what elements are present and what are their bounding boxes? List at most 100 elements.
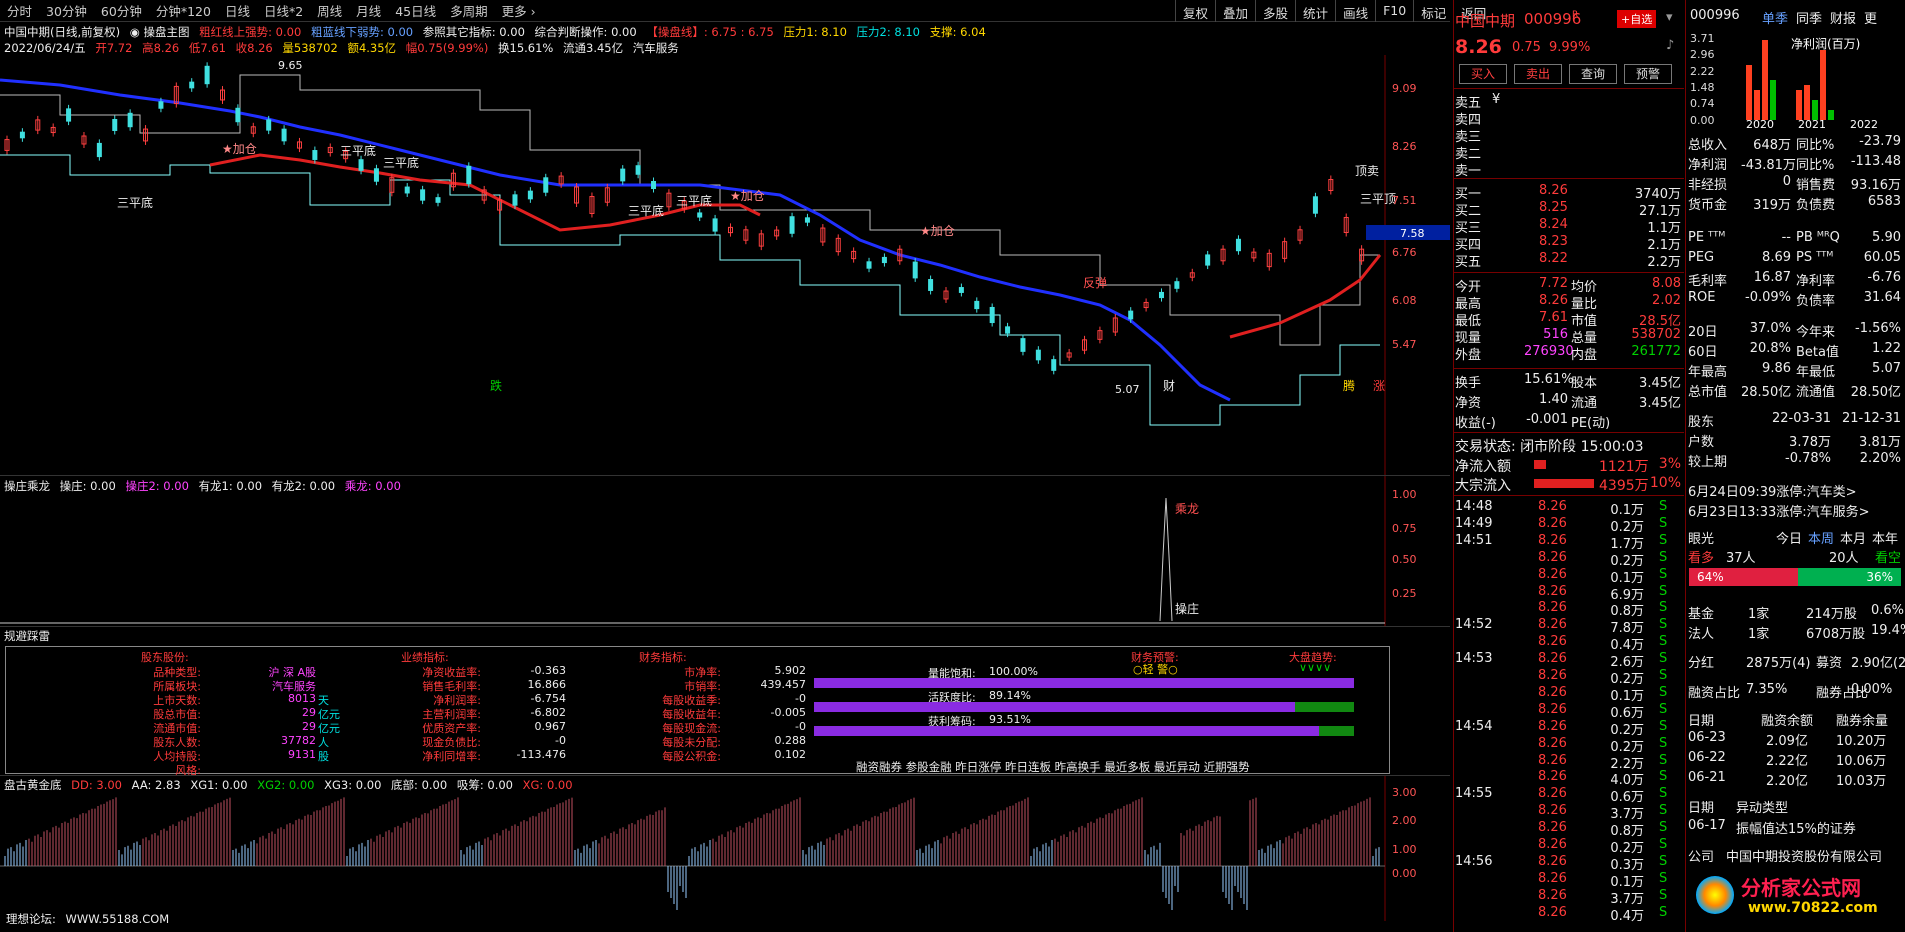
- signal-fantan: 反弹: [1083, 276, 1107, 290]
- main-price-chart[interactable]: 5.07 9.65 三平底 三平底 三平底 三平底 三平底 三平顶 ★加仓 ★加…: [0, 55, 1450, 475]
- flow-row: 净流入额 1121万 3%: [1454, 456, 1683, 475]
- tool-button-3[interactable]: 统计: [1295, 0, 1335, 22]
- f10-row: 20日 37.0% 今年来 -1.56%: [1686, 321, 1905, 340]
- f10-label: 年最高: [1688, 365, 1728, 380]
- sentiment-tab-1[interactable]: 本周: [1808, 528, 1834, 547]
- f10-tab-0[interactable]: 单季: [1762, 8, 1788, 27]
- period-tab-0[interactable]: 分时: [0, 1, 39, 20]
- period-tab-1[interactable]: 30分钟: [39, 1, 94, 20]
- tick-price: 8.26: [1538, 617, 1567, 633]
- meter-value: 100.00%: [989, 665, 1038, 678]
- period-tab-8[interactable]: 45日线: [388, 1, 443, 20]
- stat2-row: 净资 1.40 流通 3.45亿: [1454, 392, 1683, 411]
- tick-price: 8.26: [1538, 651, 1567, 667]
- info-turn: 换15.61%: [498, 41, 554, 55]
- period-tab-5[interactable]: 日线*2: [257, 1, 310, 20]
- signal-sanpingding: 三平顶: [1360, 192, 1396, 206]
- tool-button-4[interactable]: 画线: [1335, 0, 1375, 22]
- panel2-label-chenglong: 乘龙: [1175, 502, 1199, 516]
- legend-0: 粗红线上强势: 0.00: [199, 25, 302, 39]
- sentiment-tab-2[interactable]: 本月: [1840, 528, 1866, 547]
- col3-value: 5.902: [774, 664, 807, 677]
- f10-bar: [1754, 90, 1760, 120]
- tick-price: 8.26: [1538, 583, 1567, 599]
- col3-label: 每股公积金:: [662, 750, 721, 763]
- period-tab-4[interactable]: 日线: [218, 1, 257, 20]
- f10-value-2: 5.90: [1872, 230, 1901, 245]
- f10-axis-tick: 2.96: [1690, 48, 1715, 61]
- margin-cell: 融资占比: [1688, 686, 1741, 701]
- max-price-label: 9.65: [278, 59, 303, 72]
- quote-panel: 中国中期 000996 R +自选 ▾ 8.26 0.75 9.99% ♪ 买入…: [1453, 0, 1684, 932]
- fund-row: 基金 1家 214万股 0.6%: [1686, 603, 1905, 622]
- abnormal-head: 日期 异动类型: [1686, 797, 1905, 816]
- f10-label-2: 同比%: [1796, 138, 1835, 153]
- tool-button-5[interactable]: F10: [1375, 0, 1413, 22]
- news-item[interactable]: 6月24日09:39涨停:汽车类>: [1688, 481, 1905, 500]
- tick-time: 14:48: [1455, 499, 1493, 514]
- trade-button-1[interactable]: 卖出: [1514, 64, 1562, 84]
- stat-row: 外盘 276930 内盘 261772: [1454, 344, 1683, 363]
- trade-button-2[interactable]: 查询: [1569, 64, 1617, 84]
- margin-head-cell: 融资余额: [1761, 714, 1814, 729]
- margin-cell: 0.00%: [1851, 682, 1893, 697]
- trade-button-0[interactable]: 买入: [1459, 64, 1507, 84]
- panel2-label-caozhuang: 操庄: [1175, 601, 1199, 616]
- tick-time: 14:51: [1455, 532, 1493, 548]
- stock-links[interactable]: 融资融券 参股金融 昨日涨停 昨日连板 昨高换手 最近多板 最近异动 近期强势: [856, 759, 1250, 775]
- tick-side: S: [1659, 566, 1668, 582]
- period-tab-3[interactable]: 分钟*120: [149, 1, 218, 20]
- meter-fill: [814, 702, 1296, 712]
- bar-info: 2022/06/24/五 开7.72 高8.26 低7.61 收8.26 量53…: [4, 40, 685, 56]
- min-price-label: 5.07: [1115, 383, 1140, 396]
- stat-label-2: 内盘: [1571, 348, 1598, 363]
- tool-button-6[interactable]: 标记: [1413, 0, 1453, 22]
- panel4-axis-tick: 0.00: [1392, 867, 1417, 880]
- quote-sep-4: [1454, 368, 1684, 369]
- stat-value: 8.26: [1539, 293, 1568, 308]
- col2-value: -6.754: [530, 692, 566, 705]
- col2-title: 业绩指标:: [401, 651, 449, 664]
- div-cell: 分红: [1688, 656, 1715, 671]
- f10-bar: [1796, 90, 1802, 120]
- tick-row: 14:52 8.26 7.8万 S: [1454, 617, 1683, 636]
- f10-tab-2[interactable]: 财报: [1830, 8, 1856, 27]
- sentiment-counts: 看多 37人 20人 看空: [1686, 547, 1905, 566]
- info-open: 开7.72: [95, 41, 133, 55]
- sentiment-tab-3[interactable]: 本年: [1872, 528, 1898, 547]
- panel2-axis-tick: 1.00: [1392, 488, 1417, 501]
- tool-button-1[interactable]: 叠加: [1215, 0, 1255, 22]
- period-tab-10[interactable]: 更多 ›: [495, 1, 543, 20]
- menu-icon[interactable]: ▾: [1666, 10, 1673, 25]
- panel4-chart[interactable]: 3.00 2.00 1.00 0.00: [0, 776, 1450, 921]
- f10-value: 28.50亿: [1741, 385, 1792, 400]
- period-tab-9[interactable]: 多周期: [443, 1, 495, 20]
- tick-row: 14:48 8.26 0.1万 S: [1454, 499, 1683, 518]
- add-watchlist-button[interactable]: +自选: [1617, 10, 1657, 28]
- indicator-name[interactable]: ◉ 操盘主图: [130, 25, 190, 39]
- sentiment-tab-0[interactable]: 今日: [1776, 528, 1802, 547]
- panel2-chart[interactable]: 乘龙 操庄 1.00 0.75 0.50 0.25: [0, 476, 1450, 626]
- margin-table-cell: 06-22: [1688, 750, 1726, 765]
- trade-button-3[interactable]: 预警: [1624, 64, 1672, 84]
- tick-side: S: [1659, 617, 1668, 633]
- f10-label-2: 净利率: [1796, 274, 1836, 289]
- f10-tab-1[interactable]: 同季: [1796, 8, 1822, 27]
- margin-table-cell: 06-23: [1688, 730, 1726, 745]
- stat2-label-2: PE(动): [1571, 416, 1611, 431]
- forum-url[interactable]: WWW.55188.COM: [66, 912, 170, 926]
- period-tab-7[interactable]: 月线: [349, 1, 388, 20]
- stat2-label: 净资: [1455, 396, 1482, 411]
- f10-tab-3[interactable]: 更: [1864, 8, 1877, 27]
- tick-price: 8.26: [1538, 904, 1567, 920]
- panel3-name[interactable]: 规避踩雷: [4, 628, 50, 644]
- bell-icon[interactable]: ♪: [1666, 38, 1674, 53]
- period-tab-2[interactable]: 60分钟: [94, 1, 149, 20]
- f10-label: 总收入: [1688, 138, 1728, 153]
- col2-value: -0: [555, 734, 566, 747]
- tool-button-0[interactable]: 复权: [1175, 0, 1215, 22]
- info-low: 低7.61: [188, 41, 226, 55]
- tool-button-2[interactable]: 多股: [1255, 0, 1295, 22]
- period-tab-6[interactable]: 周线: [310, 1, 349, 20]
- news-item[interactable]: 6月23日13:33涨停:汽车服务>: [1688, 501, 1905, 520]
